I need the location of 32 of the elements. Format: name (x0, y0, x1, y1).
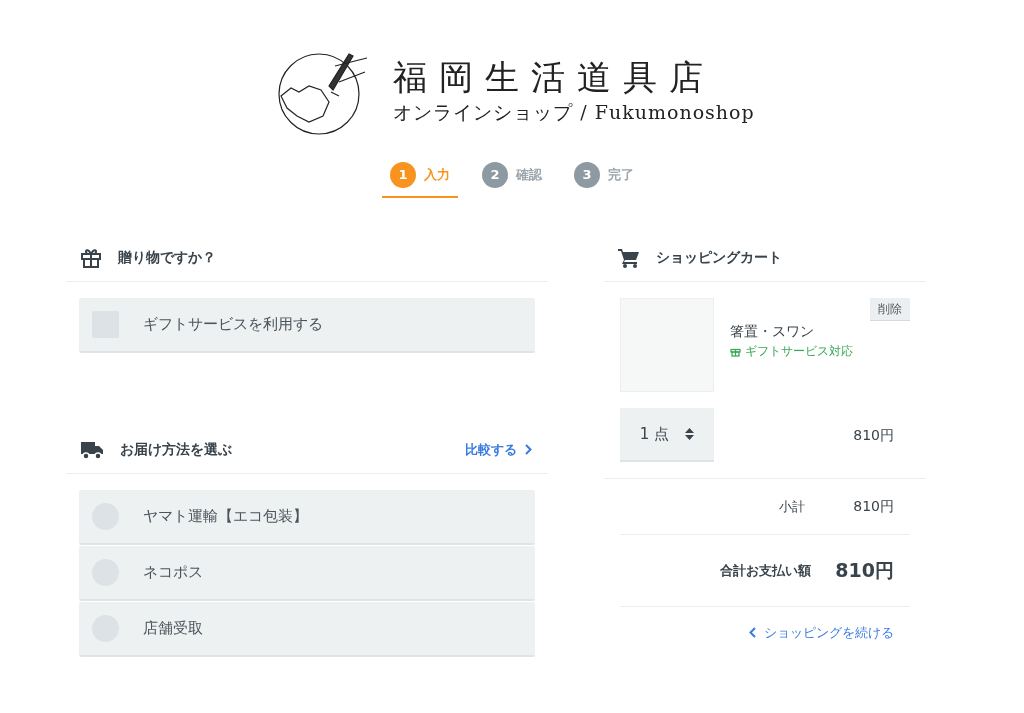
step-number: 2 (482, 162, 508, 188)
gift-icon (80, 246, 102, 269)
site-subtitle: オンラインショップ / Fukumonoshop (393, 100, 755, 126)
gift-service-note: ギフトサービス対応 (745, 343, 853, 360)
sort-icon (685, 427, 695, 441)
cart-icon (618, 247, 640, 268)
section-title: ショッピングカート (656, 248, 782, 267)
compare-link[interactable]: 比較する (465, 439, 532, 460)
chevron-left-icon (749, 627, 756, 639)
gift-option[interactable]: ギフトサービスを利用する (79, 298, 535, 353)
item-price: 810円 (853, 425, 894, 445)
section-title: お届け方法を選ぶ (120, 440, 233, 459)
continue-shopping-link[interactable]: ショッピングを続ける (749, 623, 894, 643)
subtotal-value: 810円 (853, 497, 894, 516)
step-label: 完了 (608, 166, 634, 185)
subtotal-label: 小計 (779, 497, 806, 516)
total-label: 合計お支払い額 (720, 561, 812, 580)
step-number: 3 (574, 162, 600, 188)
site-title: 福岡生活道具店 (393, 57, 717, 99)
delivery-option[interactable]: ネコポス (79, 546, 535, 601)
quantity-select[interactable]: 1 点 (620, 408, 714, 462)
truck-icon (80, 439, 104, 460)
total-value: 810円 (835, 558, 894, 584)
remove-button[interactable]: 削除 (870, 298, 910, 321)
step-number: 1 (390, 162, 416, 188)
step-label: 確認 (516, 166, 542, 185)
product-name: 箸置・スワン (730, 322, 815, 341)
step-label: 入力 (424, 166, 450, 185)
chevron-right-icon (525, 444, 532, 455)
delivery-option[interactable]: ヤマト運輸【エコ包装】 (79, 490, 535, 545)
delivery-option[interactable]: 店舗受取 (79, 602, 535, 657)
section-title: 贈り物ですか？ (118, 248, 216, 267)
